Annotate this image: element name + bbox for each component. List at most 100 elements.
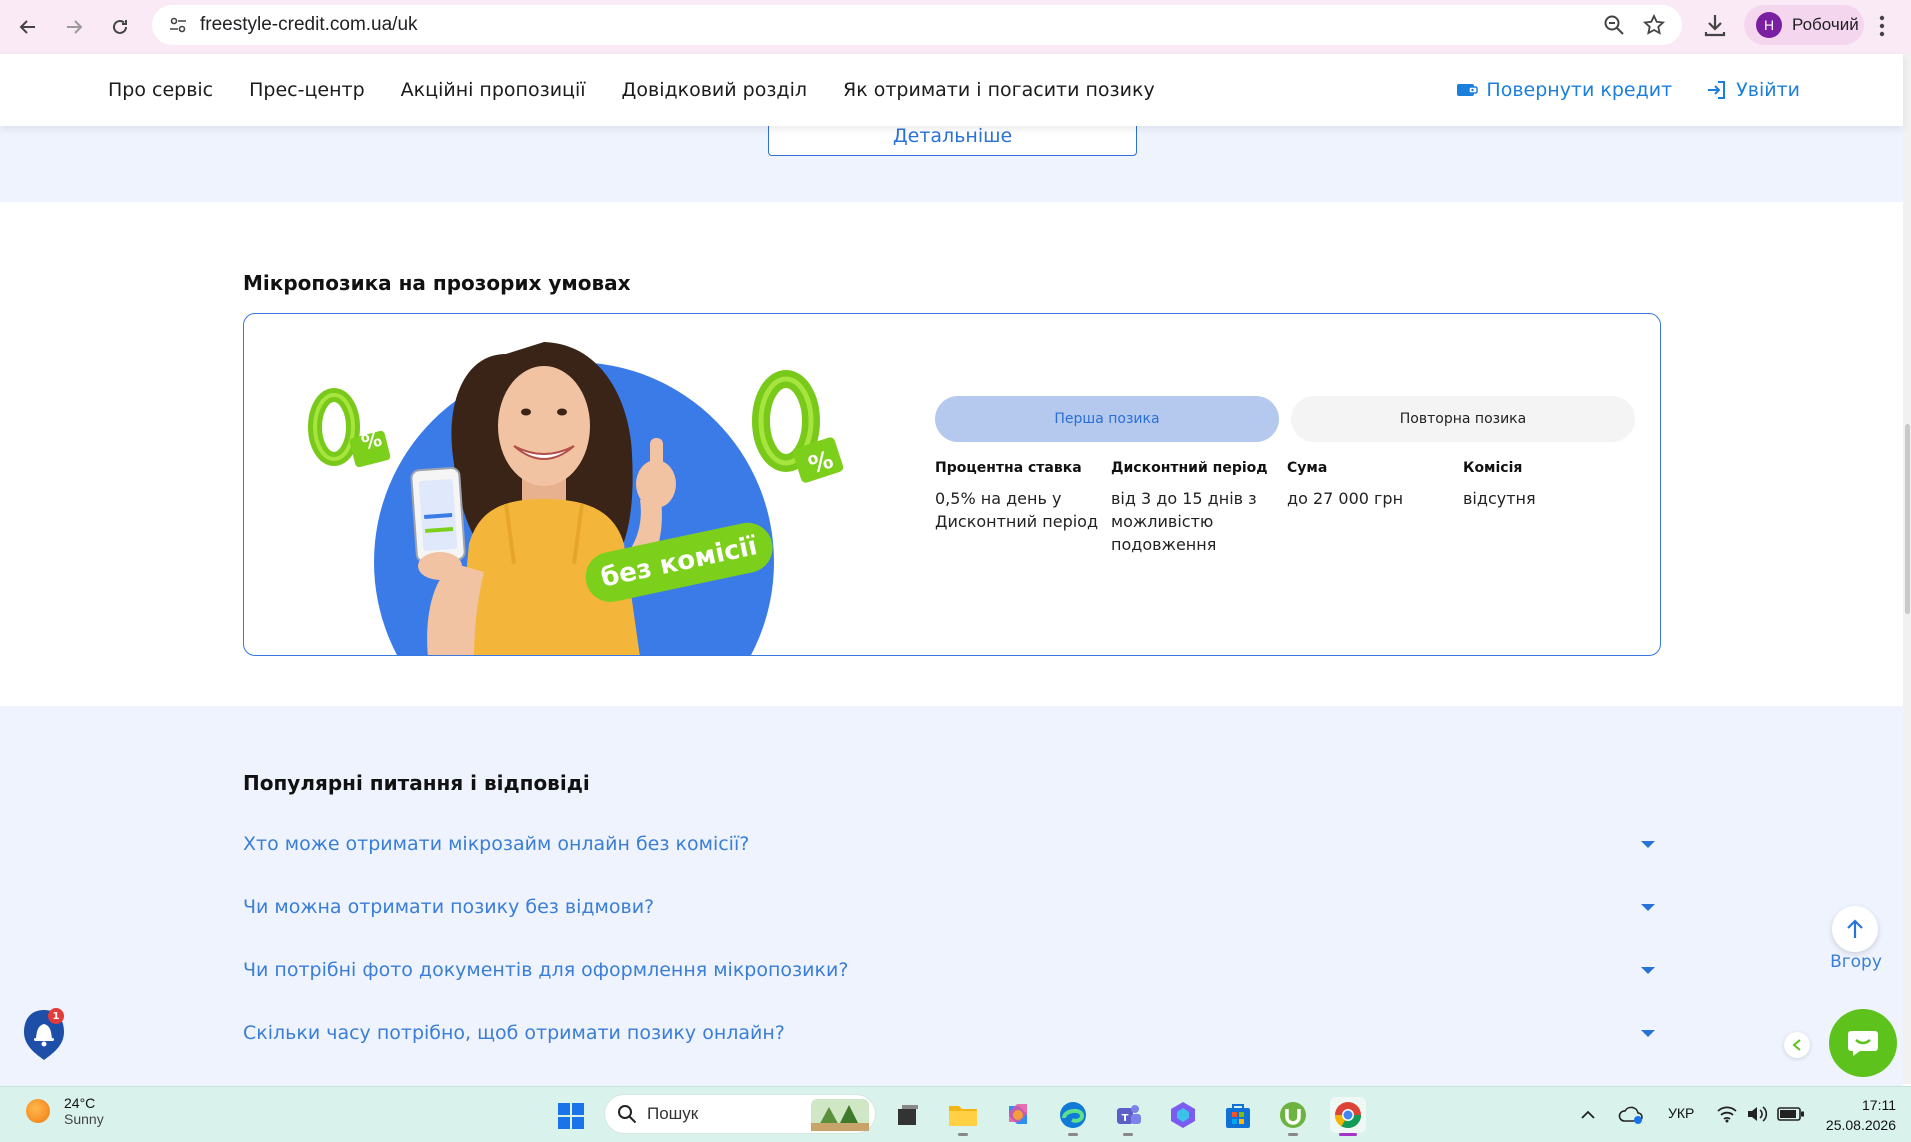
taskbar-search[interactable]: Пошук xyxy=(604,1094,876,1134)
clock-date: 25.08.2026 xyxy=(1825,1117,1896,1133)
teams-icon[interactable]: T xyxy=(1110,1097,1146,1136)
utorrent-icon[interactable] xyxy=(1275,1097,1311,1136)
page-scrollbar-thumb[interactable] xyxy=(1905,424,1910,614)
nav-press[interactable]: Прес-центр xyxy=(249,79,365,101)
search-highlight-icon xyxy=(811,1099,869,1131)
page-scrollbar[interactable] xyxy=(1903,54,1911,1084)
faq-question: Хто може отримати мікрозайм онлайн без к… xyxy=(243,833,750,855)
profile-name: Робочий xyxy=(1792,15,1859,34)
active-indicator xyxy=(1339,1133,1357,1136)
running-indicator xyxy=(958,1133,968,1136)
browser-toolbar: freestyle-credit.com.ua/uk Н Робочий xyxy=(0,0,1911,54)
volume-icon[interactable] xyxy=(1746,1105,1768,1123)
nav-about[interactable]: Про сервіс xyxy=(108,79,213,101)
term-commission: Комісія відсутня xyxy=(1463,460,1639,556)
system-tray xyxy=(1580,1087,1644,1142)
term-discount-period: Дисконтний період від 3 до 15 днів з мож… xyxy=(1111,460,1287,556)
term-value: відсутня xyxy=(1463,489,1536,508)
svg-text:T: T xyxy=(1122,1113,1129,1124)
header-actions: Повернути кредит Увійти xyxy=(1456,54,1800,126)
term-key: Дисконтний період xyxy=(1111,460,1268,476)
faq-question: Чи потрібні фото документів для оформлен… xyxy=(243,959,849,981)
chevron-up-icon[interactable] xyxy=(1580,1110,1596,1120)
weather-description: Sunny xyxy=(64,1111,104,1127)
clock-time: 17:11 xyxy=(1862,1097,1896,1113)
chevron-left-icon xyxy=(1792,1039,1801,1051)
m365-icon[interactable] xyxy=(1165,1097,1201,1133)
chevron-down-icon xyxy=(1641,1030,1655,1037)
chrome-icon[interactable] xyxy=(1330,1097,1366,1136)
file-explorer-icon[interactable] xyxy=(945,1097,981,1136)
faq-item[interactable]: Чи потрібні фото документів для оформлен… xyxy=(243,950,1661,990)
browser-menu-icon[interactable] xyxy=(1878,14,1886,38)
weather-widget[interactable]: 24°C Sunny xyxy=(26,1095,104,1127)
zero-percent-left xyxy=(308,388,391,468)
term-value: до 27 000 грн xyxy=(1287,489,1404,508)
reload-button[interactable] xyxy=(98,5,142,49)
faq-question: Чи можна отримати позику без відмови? xyxy=(243,896,655,918)
running-indicator xyxy=(1123,1133,1133,1136)
back-button[interactable] xyxy=(6,5,50,49)
term-amount: Сума до 27 000 грн xyxy=(1287,460,1463,556)
task-view-icon[interactable] xyxy=(890,1097,926,1133)
wifi-icon[interactable] xyxy=(1716,1105,1738,1123)
onedrive-icon[interactable] xyxy=(1618,1105,1644,1125)
faq-title: Популярні питання і відповіді xyxy=(243,771,590,795)
term-key: Сума xyxy=(1287,460,1328,476)
running-indicator xyxy=(1068,1133,1078,1136)
nav-how-to[interactable]: Як отримати і погасити позику xyxy=(843,79,1155,101)
profile-chip[interactable]: Н Робочий xyxy=(1744,5,1864,45)
repay-credit-link[interactable]: Повернути кредит xyxy=(1456,79,1672,101)
edge-browser-icon[interactable] xyxy=(1055,1097,1091,1136)
input-language[interactable]: УКР xyxy=(1668,1105,1694,1121)
nav-promotions[interactable]: Акційні пропозиції xyxy=(401,79,586,101)
tab-first-loan[interactable]: Перша позика xyxy=(935,396,1279,442)
forward-button[interactable] xyxy=(52,5,96,49)
weather-temperature: 24°C xyxy=(64,1095,96,1111)
nav-help[interactable]: Довідковий розділ xyxy=(622,79,807,101)
scroll-to-top-label[interactable]: Вгору xyxy=(1826,952,1886,972)
chat-collapse-button[interactable] xyxy=(1784,1032,1810,1058)
faq-item[interactable]: Хто може отримати мікрозайм онлайн без к… xyxy=(243,824,1661,864)
microsoft-store-icon[interactable] xyxy=(1220,1097,1256,1133)
chat-button[interactable] xyxy=(1829,1009,1897,1077)
windows-taskbar: 24°C Sunny Пошук T УКР 17:11 25.08.2026 xyxy=(0,1086,1911,1142)
faq-question: Скільки часу потрібно, щоб отримати пози… xyxy=(243,1022,785,1044)
profile-avatar: Н xyxy=(1756,12,1782,38)
reload-icon xyxy=(113,19,127,34)
promo-percent-left: % xyxy=(359,427,384,455)
term-key: Процентна ставка xyxy=(935,460,1082,476)
faq-item[interactable]: Скільки часу потрібно, щоб отримати пози… xyxy=(243,1013,1661,1053)
running-indicator xyxy=(1288,1133,1298,1136)
term-key: Комісія xyxy=(1463,460,1523,476)
promo-illustration: % % без комісії xyxy=(308,342,844,655)
arrow-up-icon xyxy=(1847,919,1863,938)
login-label: Увійти xyxy=(1736,79,1800,101)
system-clock[interactable]: 17:11 25.08.2026 xyxy=(1824,1095,1896,1135)
windows-start-icon[interactable] xyxy=(557,1102,585,1130)
repay-credit-label: Повернути кредит xyxy=(1486,79,1673,101)
term-value: від 3 до 15 днів з можливістю подовження xyxy=(1111,489,1257,554)
chevron-down-icon xyxy=(1641,904,1655,911)
scroll-to-top-button[interactable] xyxy=(1832,906,1878,952)
notification-count-badge: 1 xyxy=(48,1008,64,1024)
download-icon[interactable] xyxy=(1700,10,1730,40)
term-interest-rate: Процентна ставка 0,5% на день у Дисконтн… xyxy=(935,460,1111,556)
copilot-icon[interactable] xyxy=(1000,1097,1036,1133)
faq-item[interactable]: Чи можна отримати позику без відмови? xyxy=(243,887,1661,927)
main-nav: Про сервіс Прес-центр Акційні пропозиції… xyxy=(108,54,1155,126)
url-text[interactable]: freestyle-credit.com.ua/uk xyxy=(200,14,418,36)
login-icon xyxy=(1708,81,1726,99)
back-arrow-icon xyxy=(19,20,35,34)
search-icon xyxy=(618,1105,637,1124)
bookmark-star-icon[interactable] xyxy=(1642,13,1666,37)
address-bar[interactable]: freestyle-credit.com.ua/uk xyxy=(152,5,1682,45)
login-link[interactable]: Увійти xyxy=(1706,79,1800,101)
loan-section-title: Мікропозика на прозорих умовах xyxy=(243,271,631,295)
zoom-icon[interactable] xyxy=(1602,13,1626,37)
chevron-down-icon xyxy=(1641,841,1655,848)
chat-bubble-icon xyxy=(1848,1031,1878,1056)
battery-icon[interactable] xyxy=(1777,1107,1805,1121)
site-settings-icon[interactable] xyxy=(166,13,190,37)
tab-repeat-loan[interactable]: Повторна позика xyxy=(1291,396,1635,442)
